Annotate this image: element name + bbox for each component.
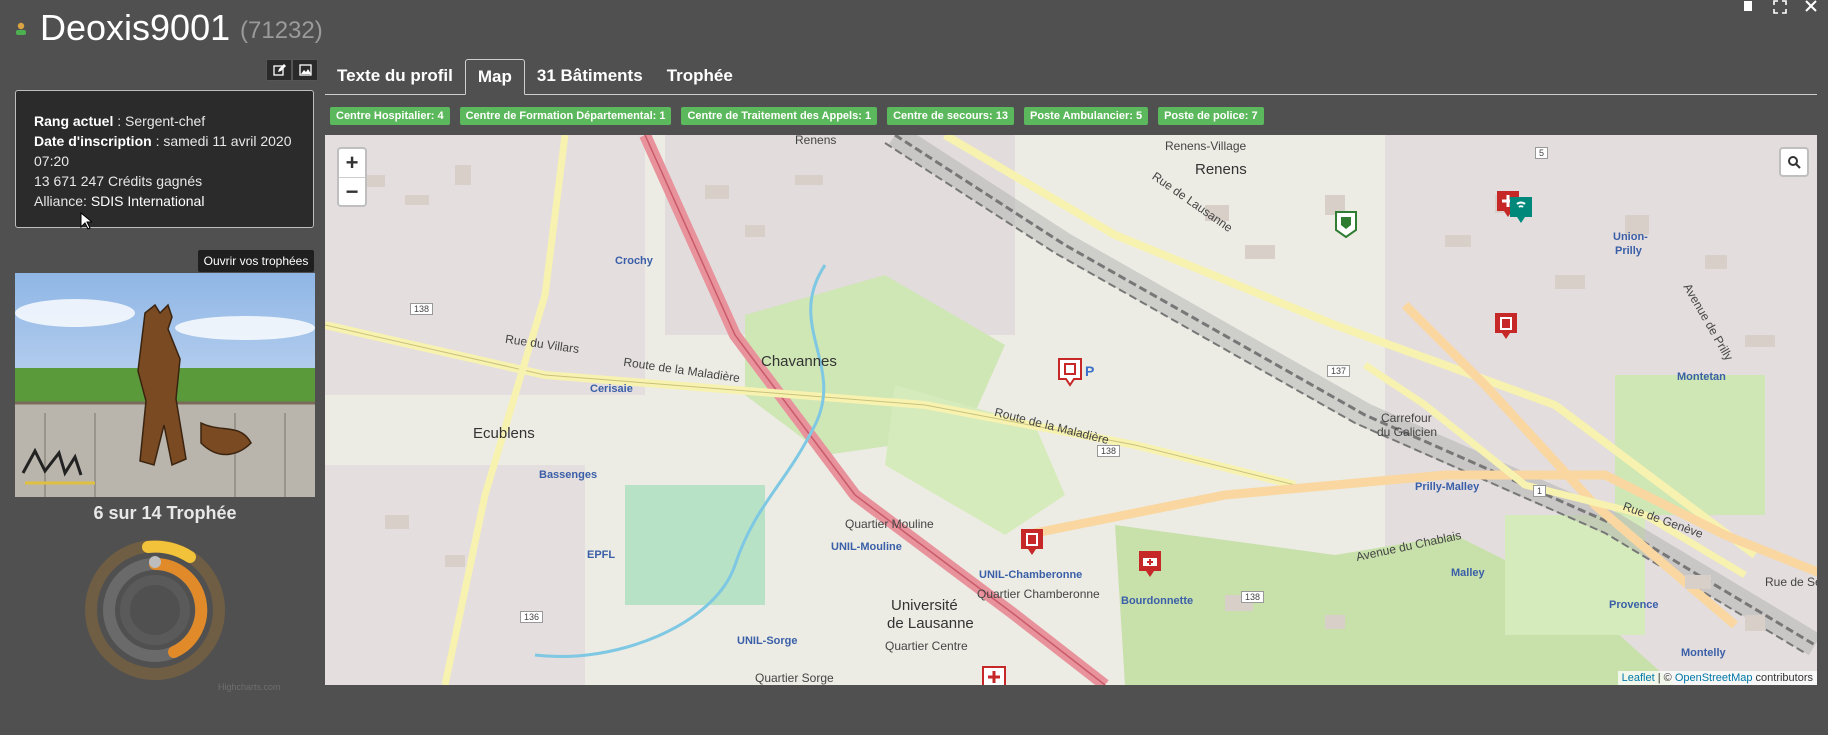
badge-police[interactable]: Poste de police: 7 xyxy=(1158,107,1264,125)
training-center-marker[interactable] xyxy=(1057,357,1083,387)
openstreetmap-link[interactable]: OpenStreetMap xyxy=(1675,672,1753,684)
profile-tabs: Texte du profil Map 31 Bâtiments Trophée xyxy=(325,59,1817,95)
tab-profile-text[interactable]: Texte du profil xyxy=(325,59,465,93)
map-label-quartier-sorge: Quartier Sorge xyxy=(755,671,834,685)
map-label-bourdonnette: Bourdonnette xyxy=(1121,595,1194,607)
edit-profile-button[interactable] xyxy=(266,59,292,81)
user-id: (71232) xyxy=(240,17,323,44)
map-label-rue-de-sebeillon: Rue de Sébe xyxy=(1765,575,1817,589)
badge-dispatch-center[interactable]: Centre de Traitement des Appels: 1 xyxy=(681,107,878,125)
user-icon xyxy=(16,22,26,35)
tab-trophies[interactable]: Trophée xyxy=(655,59,745,93)
map-label-universite: Université xyxy=(891,597,958,614)
alliance-line: Alliance: SDIS International xyxy=(34,193,205,209)
map-label-renens-village: Renens-Village xyxy=(1165,139,1247,153)
map-label-de-lausanne: de Lausanne xyxy=(887,615,974,632)
open-trophies-button[interactable]: Ouvrir vos trophées xyxy=(198,250,314,272)
map-label-montelly: Montelly xyxy=(1681,647,1726,659)
map-attribution: Leaflet | © OpenStreetMap contributors xyxy=(1617,671,1817,685)
route-shield-1: 1 xyxy=(1533,485,1547,497)
map-label-quartier-mouline: Quartier Mouline xyxy=(845,517,934,531)
edit-icon xyxy=(272,63,286,76)
parking-icon: P xyxy=(1085,363,1095,379)
trophy-progress-chart xyxy=(85,540,225,680)
registration-line: Date d'inscription : samedi 11 avril 202… xyxy=(34,133,292,169)
map-label-du-galicien: du Galicien xyxy=(1377,425,1438,439)
ambulance-marker[interactable] xyxy=(1137,549,1163,579)
search-icon xyxy=(1788,156,1801,169)
map-label-unil-chamberonne: UNIL-Chamberonne xyxy=(979,569,1083,581)
trophy-count: 6 sur 14 Trophée xyxy=(93,503,237,523)
highcharts-credit[interactable]: Highcharts.com xyxy=(218,682,281,692)
profile-info-box: Rang actuel : Sergent-chef Date d'inscri… xyxy=(15,90,314,228)
map-label-malley: Malley xyxy=(1451,567,1485,579)
badge-training-center[interactable]: Centre de Formation Départemental: 1 xyxy=(459,107,672,125)
route-shield-138c: 138 xyxy=(1241,591,1265,603)
map-label-montetan: Montetan xyxy=(1677,371,1726,383)
map-label-quartier-chamberonne: Quartier Chamberonne xyxy=(977,587,1100,601)
map-tiles xyxy=(325,135,1817,685)
map-label-prilly-malley: Prilly-Malley xyxy=(1415,481,1480,493)
credits-line: 13 671 247 Crédits gagnés xyxy=(34,173,203,189)
map-label-carrefour: Carrefour xyxy=(1381,411,1432,425)
map-label-union: Union- xyxy=(1613,231,1648,243)
police-marker-2[interactable] xyxy=(1019,527,1045,557)
tab-buildings[interactable]: 31 Bâtiments xyxy=(525,59,655,93)
map-label-bassenges: Bassenges xyxy=(539,469,598,481)
image-icon xyxy=(298,64,312,76)
tab-map[interactable]: Map xyxy=(464,59,525,95)
map-label-quartier-centre: Quartier Centre xyxy=(885,639,968,653)
map[interactable]: Renens Renens Renens-Village Crochy Chav… xyxy=(325,135,1817,685)
map-label-renens-top: Renens xyxy=(795,135,837,147)
map-search-button[interactable] xyxy=(1779,147,1809,177)
map-label-renens: Renens xyxy=(1195,161,1247,178)
alliance-link[interactable]: SDIS International xyxy=(91,193,205,209)
avatar xyxy=(15,273,315,497)
badge-ambulance[interactable]: Poste Ambulancier: 5 xyxy=(1024,107,1149,125)
outer-progress-arc xyxy=(142,540,196,563)
rank-line: Rang actuel : Sergent-chef xyxy=(34,113,206,129)
map-label-unil-mouline: UNIL-Mouline xyxy=(831,541,902,553)
police-marker[interactable] xyxy=(1493,311,1519,341)
badge-fire-station[interactable]: Centre de secours: 13 xyxy=(887,107,1014,125)
route-shield-137: 137 xyxy=(1327,365,1351,377)
building-badges: Centre Hospitalier: 4 Centre de Formatio… xyxy=(330,107,1264,125)
close-icon[interactable] xyxy=(1801,0,1821,16)
zoom-out-button[interactable]: − xyxy=(339,178,365,206)
map-label-crochy: Crochy xyxy=(615,255,653,267)
map-label-prilly: Prilly xyxy=(1615,245,1642,257)
map-label-unil-sorge: UNIL-Sorge xyxy=(737,635,798,647)
map-label-ecublens: Ecublens xyxy=(473,425,535,442)
maximize-icon[interactable] xyxy=(1770,0,1790,16)
minimize-icon[interactable] xyxy=(1738,0,1758,16)
route-shield-5: 5 xyxy=(1535,147,1549,159)
edit-image-button[interactable] xyxy=(292,59,318,81)
leaflet-link[interactable]: Leaflet xyxy=(1622,672,1655,684)
map-label-cerisaie: Cerisaie xyxy=(590,383,633,395)
map-label-chavannes: Chavannes xyxy=(761,353,837,370)
fire-station-marker[interactable] xyxy=(1333,209,1359,239)
map-label-provence: Provence xyxy=(1609,599,1659,611)
dispatch-center-marker[interactable] xyxy=(1508,195,1534,225)
hospital-marker-2[interactable] xyxy=(981,665,1007,685)
route-shield-138a: 138 xyxy=(410,303,434,315)
zoom-in-button[interactable]: + xyxy=(339,149,365,178)
mouse-cursor-icon xyxy=(80,212,92,230)
username: Deoxis9001 xyxy=(40,7,231,48)
zoom-control: + − xyxy=(337,147,367,207)
route-shield-136: 136 xyxy=(520,611,544,623)
badge-hospital[interactable]: Centre Hospitalier: 4 xyxy=(330,107,450,125)
route-shield-138b: 138 xyxy=(1097,445,1121,457)
map-label-epfl: EPFL xyxy=(587,549,616,561)
